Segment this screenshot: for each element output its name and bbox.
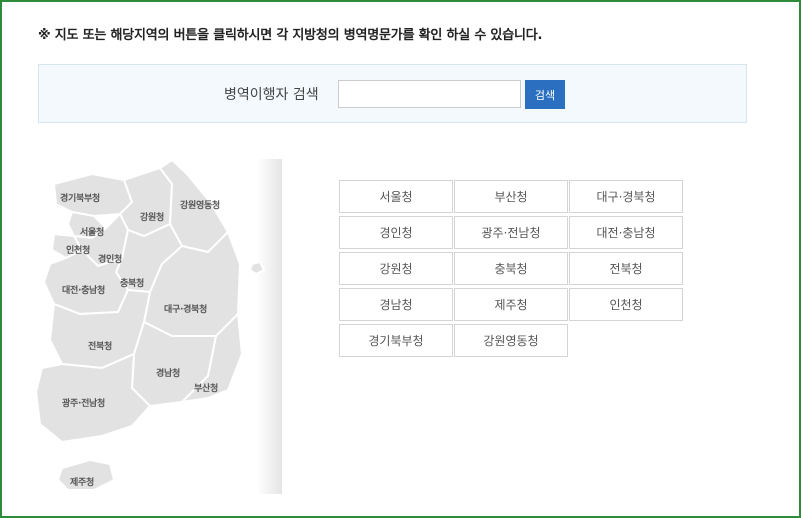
office-button-jeju[interactable]: 제주청 bbox=[454, 288, 568, 321]
office-button-chungbuk[interactable]: 충북청 bbox=[454, 252, 568, 285]
korea-map: 경기북부청 강원영동청 강원청 서울청 인천청 경인청 충북청 대전·충남청 대… bbox=[32, 154, 282, 499]
page-frame: ※ 지도 또는 해당지역의 버튼을 클릭하시면 각 지방청의 병역명문가를 확인… bbox=[0, 0, 801, 518]
office-button-gyeongnam[interactable]: 경남청 bbox=[339, 288, 453, 321]
office-button-daejeon-chungnam[interactable]: 대전·충남청 bbox=[569, 216, 683, 249]
region-ulleung bbox=[248, 260, 266, 276]
map-label-chungbuk[interactable]: 충북청 bbox=[120, 276, 144, 289]
korea-map-svg bbox=[34, 158, 266, 491]
office-button-gyeonggi-north[interactable]: 경기북부청 bbox=[339, 324, 453, 357]
map-label-jeonbuk[interactable]: 전북청 bbox=[88, 339, 112, 352]
map-label-gwangju-jeonnam[interactable]: 광주·전남청 bbox=[62, 396, 105, 409]
search-input[interactable] bbox=[338, 80, 521, 108]
office-button-gangwon[interactable]: 강원청 bbox=[339, 252, 453, 285]
office-button-busan[interactable]: 부산청 bbox=[454, 180, 568, 213]
office-button-jeonbuk[interactable]: 전북청 bbox=[569, 252, 683, 285]
map-label-busan[interactable]: 부산청 bbox=[194, 381, 218, 394]
search-panel: 병역이행자 검색 검색 bbox=[38, 64, 747, 123]
map-label-gangwon[interactable]: 강원청 bbox=[140, 210, 164, 223]
office-button-incheon[interactable]: 인천청 bbox=[569, 288, 683, 321]
office-button-gwangju-jeonnam[interactable]: 광주·전남청 bbox=[454, 216, 568, 249]
search-label: 병역이행자 검색 bbox=[224, 87, 319, 103]
map-label-daegu-gyeongbuk[interactable]: 대구·경북청 bbox=[164, 302, 207, 315]
map-label-daejeon-chungnam[interactable]: 대전·충남청 bbox=[62, 283, 105, 296]
notice-text: ※ 지도 또는 해당지역의 버튼을 클릭하시면 각 지방청의 병역명문가를 확인… bbox=[38, 28, 543, 43]
map-label-seoul[interactable]: 서울청 bbox=[80, 225, 104, 238]
office-button-seoul[interactable]: 서울청 bbox=[339, 180, 453, 213]
map-label-gyeongin[interactable]: 경인청 bbox=[98, 252, 122, 265]
map-label-gangwon-yeongdong[interactable]: 강원영동청 bbox=[180, 198, 220, 211]
map-label-gyeongnam[interactable]: 경남청 bbox=[156, 366, 180, 379]
office-button-gyeongin[interactable]: 경인청 bbox=[339, 216, 453, 249]
office-button-daegu-gyeongbuk[interactable]: 대구·경북청 bbox=[569, 180, 683, 213]
search-button[interactable]: 검색 bbox=[525, 80, 565, 109]
map-label-incheon[interactable]: 인천청 bbox=[66, 243, 90, 256]
map-label-gyeonggi-north[interactable]: 경기북부청 bbox=[60, 191, 100, 204]
map-label-jeju[interactable]: 제주청 bbox=[70, 475, 94, 488]
office-button-gangwon-yeongdong[interactable]: 강원영동청 bbox=[454, 324, 568, 357]
